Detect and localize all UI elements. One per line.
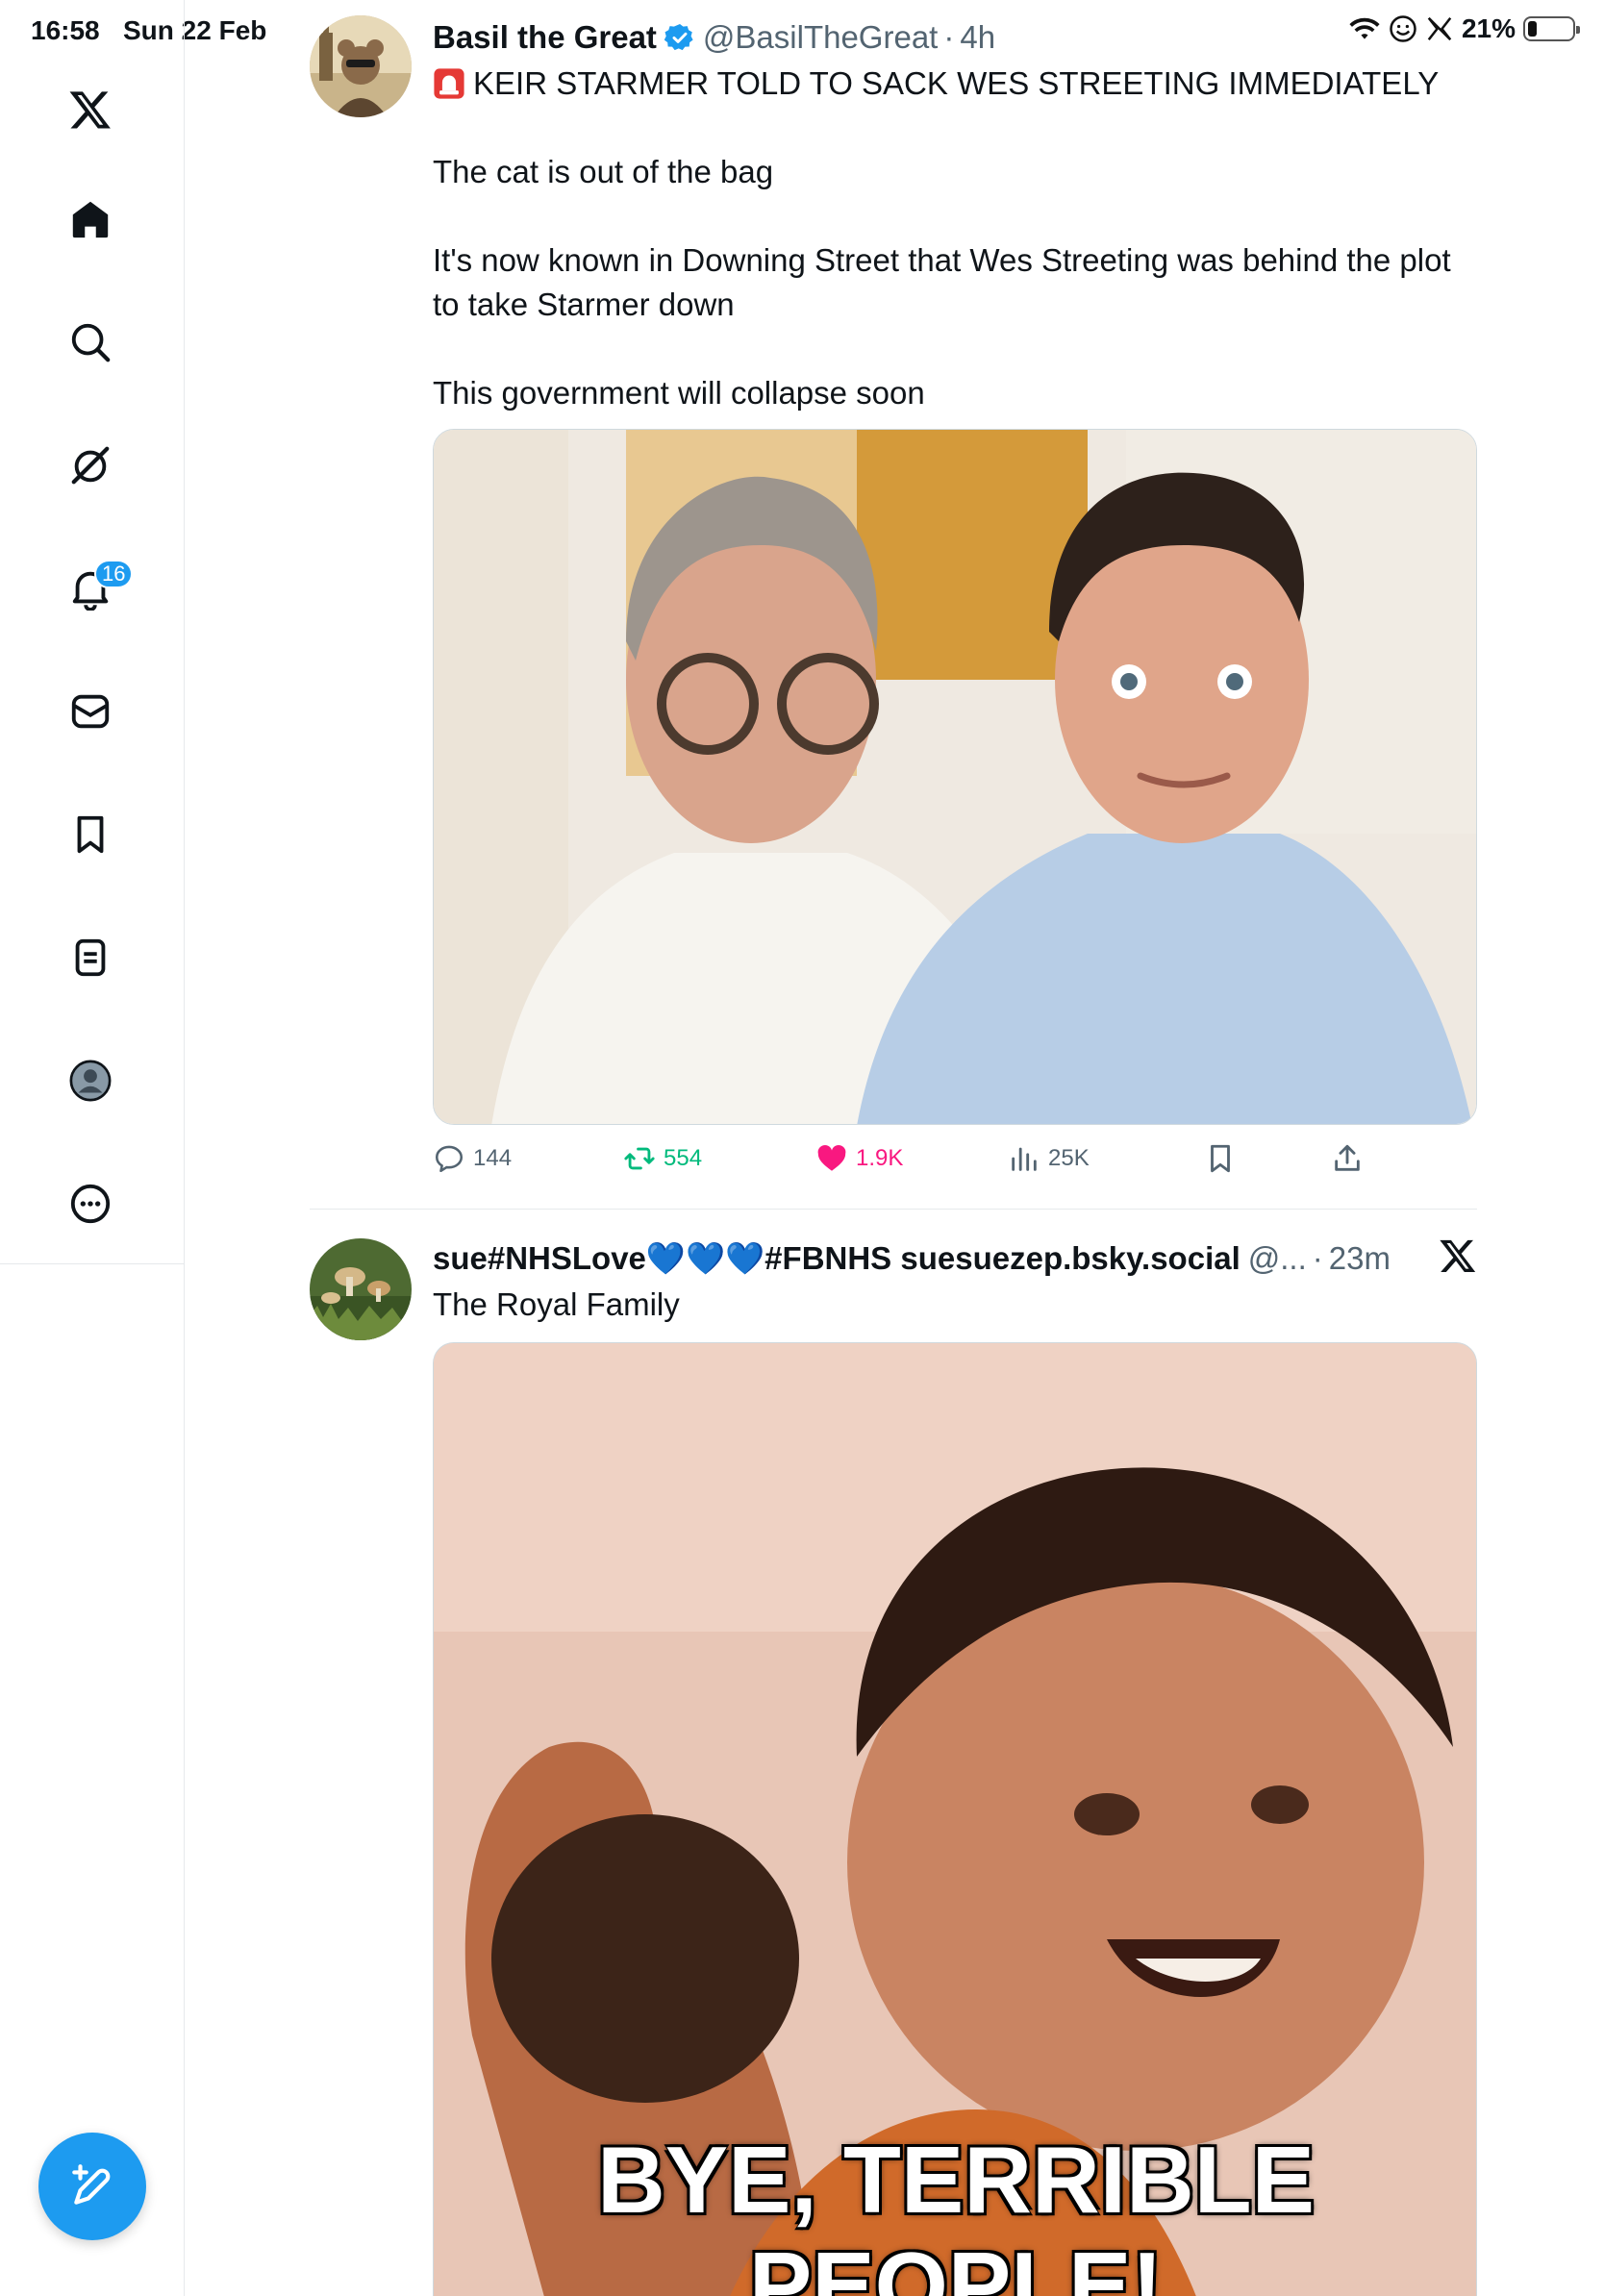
heart-icon: [817, 1144, 846, 1171]
reply-icon: [435, 1145, 464, 1173]
compose-post-button[interactable]: [38, 2133, 146, 2240]
tweet-headline: KEIR STARMER TOLD TO SACK WES STREETING …: [473, 65, 1440, 101]
author-handle[interactable]: @BasilTheGreat: [703, 19, 938, 56]
profile-icon[interactable]: [63, 1054, 117, 1108]
avatar[interactable]: [310, 1238, 412, 1340]
author-name[interactable]: sue#NHSLove💙💙💙#FBNHS suesuezep.bsky.soci…: [433, 1240, 1241, 1278]
bookmark-button[interactable]: [1204, 1142, 1237, 1175]
reply-count: 144: [473, 1145, 513, 1171]
tweet-header: Basil the Great @BasilTheGreat · 4h: [433, 13, 1477, 62]
gif-caption-line: PEOPLE!: [748, 2233, 1164, 2296]
notification-count-badge: 16: [94, 560, 134, 588]
header-separator: ·: [943, 19, 955, 55]
share-button[interactable]: [1331, 1142, 1364, 1175]
author-name[interactable]: Basil the Great: [433, 19, 657, 56]
x-logo-icon[interactable]: [1439, 1236, 1477, 1275]
author-handle[interactable]: @...: [1248, 1240, 1307, 1277]
x-logo-icon[interactable]: [63, 83, 117, 137]
messages-icon[interactable]: [63, 685, 117, 738]
like-count: 1.9K: [856, 1145, 904, 1171]
gif-caption-line: BYE, TERRIBLE: [597, 2127, 1315, 2233]
search-icon[interactable]: [63, 315, 117, 369]
repost-count: 554: [664, 1145, 703, 1171]
post-time[interactable]: 23m: [1329, 1240, 1391, 1277]
views-button[interactable]: 25K: [1008, 1142, 1090, 1175]
header-separator: ·: [1312, 1240, 1323, 1276]
tweet-text-line: The cat is out of the bag: [433, 154, 774, 189]
avatar[interactable]: [310, 15, 412, 117]
battery-icon: [1523, 16, 1580, 41]
tweet[interactable]: Basil the Great @BasilTheGreat · 4h KEIR…: [310, 13, 1477, 1196]
tweet-image[interactable]: [433, 429, 1477, 1125]
tweet-text-line: It's now known in Downing Street that We…: [433, 242, 1451, 322]
sidebar-divider: [0, 1263, 185, 1264]
bookmarks-icon[interactable]: [63, 808, 117, 861]
tweet-header: sue#NHSLove💙💙💙#FBNHS suesuezep.bsky.soci…: [433, 1235, 1477, 1283]
tweet-divider: [310, 1209, 1477, 1210]
reply-button[interactable]: 144: [433, 1142, 512, 1175]
home-icon[interactable]: [63, 192, 117, 246]
tweet[interactable]: sue#NHSLove💙💙💙#FBNHS suesuezep.bsky.soci…: [310, 1235, 1477, 2296]
tweet-text: The Royal Family: [433, 1283, 1477, 1327]
tweet-text-line: This government will collapse soon: [433, 375, 925, 411]
lists-icon[interactable]: [63, 931, 117, 985]
bookmark-icon: [1211, 1144, 1230, 1173]
like-button[interactable]: 1.9K: [815, 1142, 903, 1175]
compose-feather-icon: [72, 2164, 111, 2205]
tweet-text-line: The Royal Family: [433, 1286, 680, 1322]
more-icon[interactable]: [63, 1177, 117, 1231]
battery-level: [1528, 21, 1538, 37]
repost-button[interactable]: 554: [623, 1142, 702, 1175]
repost-icon: [624, 1147, 655, 1170]
views-chart-icon: [1012, 1147, 1037, 1171]
tweet-text-line: KEIR STARMER TOLD TO SACK WES STREETING …: [433, 62, 1477, 106]
tweet-text: KEIR STARMER TOLD TO SACK WES STREETING …: [433, 62, 1477, 415]
sidebar: 16: [0, 0, 185, 2296]
tweet-gif[interactable]: BYE, TERRIBLE PEOPLE!: [433, 1342, 1477, 2296]
grok-icon[interactable]: [63, 438, 117, 492]
share-icon: [1335, 1144, 1360, 1171]
siren-emoji-icon: [434, 68, 464, 99]
notifications-icon[interactable]: 16: [63, 560, 134, 615]
tweet-actions: 144 554 1.9K 25K: [433, 1142, 1477, 1190]
verified-badge-icon: [664, 24, 693, 51]
view-count: 25K: [1048, 1145, 1090, 1171]
gif-caption: BYE, TERRIBLE PEOPLE!: [434, 2127, 1476, 2296]
post-time[interactable]: 4h: [960, 19, 995, 56]
